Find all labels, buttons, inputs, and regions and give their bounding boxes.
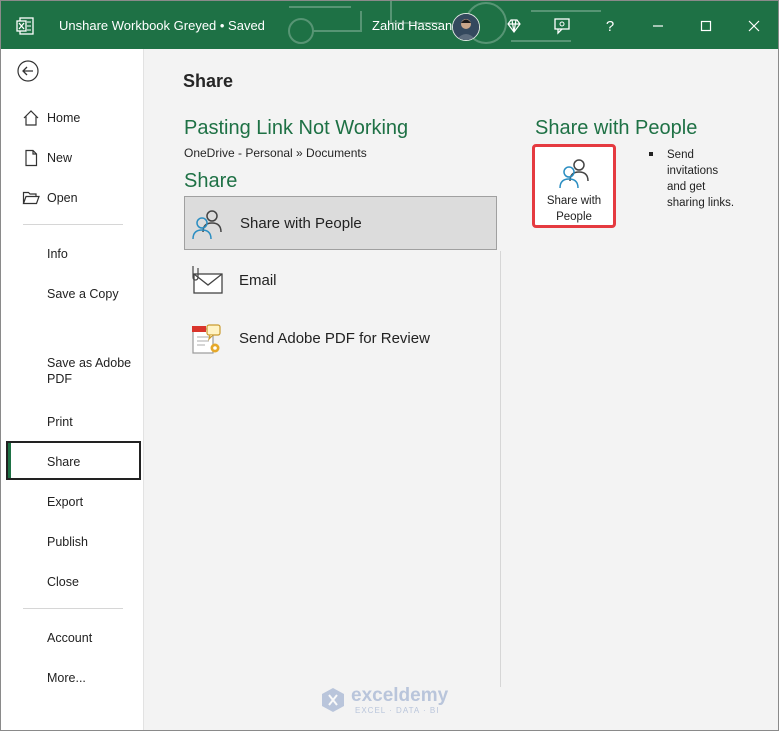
folder-open-icon [22,191,40,205]
exceldemy-watermark: exceldemy EXCEL · DATA · BI [319,684,469,720]
sidebar-item-account[interactable]: Account [6,619,141,655]
share-option-share-with-people[interactable]: Share with People [184,196,497,250]
sidebar-item-label: Save a Copy [47,287,119,301]
close-window-button[interactable] [741,13,767,39]
sidebar-item-label: Export [47,495,84,509]
share-option-label: Email [239,272,277,289]
sidebar-item-label: New [47,151,73,165]
home-icon [23,110,39,126]
share-option-label: Send Adobe PDF for Review [239,330,430,347]
avatar[interactable] [452,13,480,41]
sidebar-item-close[interactable]: Close [6,563,141,599]
sidebar-item-label: Publish [47,535,88,549]
exceldemy-logo-icon [322,688,344,712]
sidebar-divider [23,608,123,609]
sidebar-divider [23,224,123,225]
sidebar-item-label: Save as Adobe PDF [47,356,132,386]
sidebar-item-label: More... [47,671,86,685]
user-name[interactable]: Zahid Hassan [372,18,452,33]
sidebar-item-share[interactable]: Share [6,441,141,480]
sidebar-item-open[interactable]: Open [6,179,141,215]
watermark-name: exceldemy [351,685,449,706]
sidebar-item-more[interactable]: More... [6,659,141,695]
adobe-pdf-review-icon [192,324,221,354]
page-title: Share [183,71,234,91]
sidebar-item-label: Home [47,111,81,125]
panel-divider [500,251,501,687]
sidebar-item-save-as-adobe-pdf[interactable]: Save as Adobe PDF [6,351,141,387]
share-option-send-adobe-pdf[interactable]: Send Adobe PDF for Review [184,312,497,366]
watermark-tagline: EXCEL · DATA · BI [355,706,440,715]
maximize-button[interactable] [693,13,719,39]
sidebar-item-info[interactable]: Info [6,235,141,271]
back-arrow-icon[interactable] [17,60,39,82]
share-with-people-button-label: Share with People [546,195,602,223]
share-people-icon [559,159,589,189]
document-location: OneDrive - Personal » Documents [184,146,367,160]
sidebar-item-print[interactable]: Print [6,403,141,439]
comment-feedback-icon[interactable] [549,13,575,39]
sidebar-item-save-a-copy[interactable]: Save a Copy [6,275,141,311]
share-people-icon [192,210,222,240]
bullet [649,152,653,156]
diamond-icon[interactable] [501,13,527,39]
sidebar-item-label: Account [47,631,93,645]
new-document-icon [25,149,38,167]
excel-window: Unshare Workbook Greyed • Saved Zahid Ha… [0,0,779,731]
sidebar-item-label: Close [47,575,79,589]
sidebar-item-export[interactable]: Export [6,483,141,519]
help-button[interactable]: ? [597,13,623,39]
share-heading: Share [184,170,238,192]
sidebar-item-publish[interactable]: Publish [6,523,141,559]
sidebar-item-new[interactable]: New [6,139,141,175]
sidebar-item-home[interactable]: Home [6,99,141,135]
excel-logo-icon [16,17,34,35]
minimize-button[interactable] [645,13,671,39]
document-name: Pasting Link Not Working [184,117,409,139]
sidebar-item-label: Info [47,247,68,261]
title-bar: Unshare Workbook Greyed • Saved Zahid Ha… [1,1,778,49]
share-with-people-button[interactable]: Share with People [532,144,616,228]
sidebar-item-label: Share [47,455,81,469]
share-option-email[interactable]: Email [184,254,497,308]
sidebar-item-label: Print [47,415,73,429]
email-icon [192,266,223,294]
document-title: Unshare Workbook Greyed • Saved [59,18,265,33]
detail-heading: Share with People [535,117,698,139]
share-option-label: Share with People [240,215,362,232]
share-description-text: Send invitations and get sharing links. [667,149,735,209]
sidebar-item-label: Open [47,191,78,205]
backstage-sidebar: Home New Open Info Save a Copy Save as A… [1,49,144,730]
